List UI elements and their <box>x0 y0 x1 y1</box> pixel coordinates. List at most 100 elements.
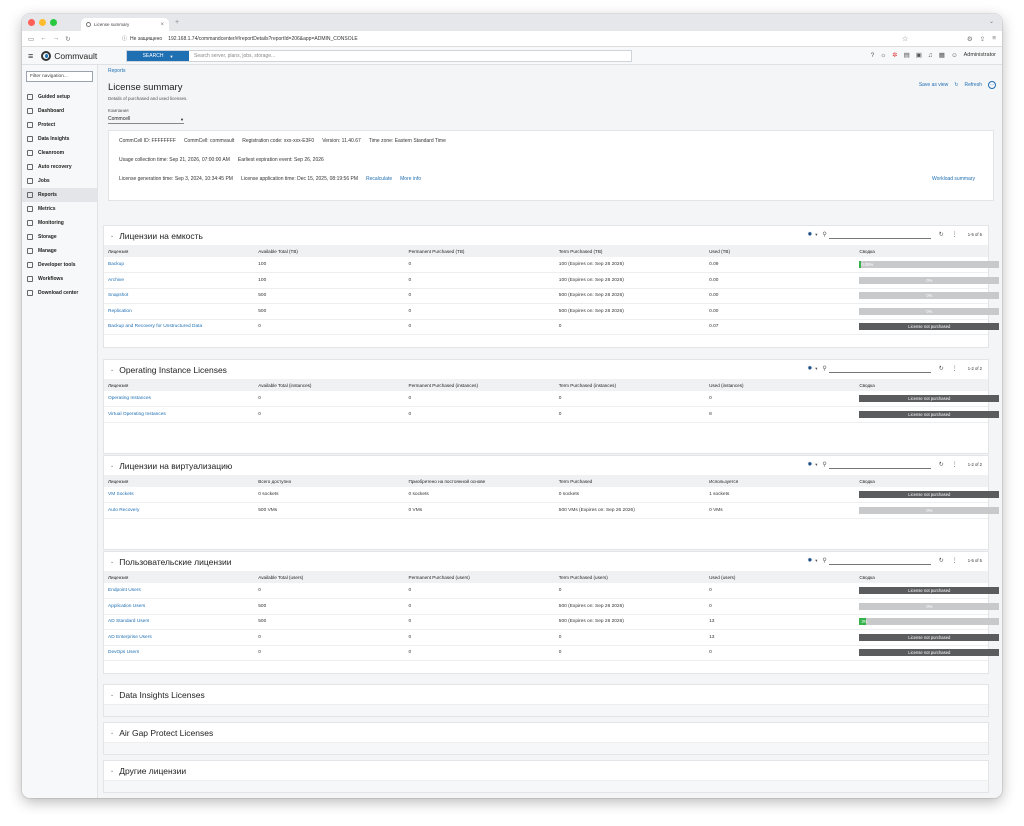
refresh-icon[interactable]: ↻ <box>939 557 944 564</box>
sidebar-item-metrics[interactable]: Metrics <box>22 202 97 216</box>
column-header[interactable]: Сводка <box>855 475 988 487</box>
chevron-down-icon[interactable]: ▼ <box>814 462 818 467</box>
chevron-down-icon[interactable]: ▼ <box>814 558 818 563</box>
back-icon[interactable]: ← <box>40 35 47 42</box>
sidebar-item-jobs[interactable]: Jobs <box>22 174 97 188</box>
license-link[interactable]: Archive <box>108 278 124 283</box>
license-link[interactable]: Backup and Recovery for Unstructured Dat… <box>108 324 202 329</box>
browser-tab[interactable]: License summary × <box>81 18 169 31</box>
sidebar-item-cleanroom[interactable]: Cleanroom <box>22 146 97 160</box>
column-header[interactable]: Available Total (TB) <box>254 245 405 257</box>
license-link[interactable]: Replication <box>108 309 132 314</box>
license-link[interactable]: Endpoint Users <box>108 588 141 593</box>
chevron-down-icon[interactable]: ▼ <box>814 232 818 237</box>
table-search-input[interactable] <box>828 364 931 373</box>
user-name[interactable]: Administrator <box>964 52 996 58</box>
kebab-menu-icon[interactable]: ⋮ <box>952 557 958 564</box>
search-input[interactable]: Search server, plans, jobs, storage... <box>189 51 275 61</box>
reload-icon[interactable]: ↻ <box>65 35 70 43</box>
column-header[interactable]: Permanent Purchased (TB) <box>404 245 555 257</box>
table-search-input[interactable] <box>828 556 931 565</box>
refresh-icon[interactable]: ↻ <box>954 82 958 88</box>
settings-gear-icon[interactable]: ✹ <box>807 365 812 372</box>
license-link[interactable]: Backup <box>108 262 124 267</box>
column-header[interactable]: Used (instances) <box>705 379 856 391</box>
kebab-menu-icon[interactable]: ⋮ <box>952 365 958 372</box>
sidebar-item-monitoring[interactable]: Monitoring <box>22 216 97 230</box>
breadcrumb[interactable]: Reports <box>108 68 993 74</box>
bookmark-star-icon[interactable]: ☆ <box>902 35 908 43</box>
theme-sun-icon[interactable]: ☼ <box>880 52 886 59</box>
help-icon[interactable]: ? <box>871 52 875 59</box>
sidebar-item-auto-recovery[interactable]: Auto recovery <box>22 160 97 174</box>
license-link[interactable]: DevOps Users <box>108 650 139 655</box>
new-tab-icon[interactable]: + <box>175 19 179 26</box>
browser-menu-icon[interactable]: ≡ <box>992 35 996 43</box>
column-header[interactable]: Permanent Purchased (users) <box>404 571 555 583</box>
sidebar-item-developer-tools[interactable]: Developer tools <box>22 258 97 272</box>
company-select[interactable]: Commcell ▼ <box>108 115 184 124</box>
column-header[interactable]: Term Purchased (instances) <box>554 379 706 391</box>
license-link[interactable]: Application Users <box>108 604 145 609</box>
column-header[interactable]: Лицензия <box>104 379 255 391</box>
calendar-icon[interactable]: ▦ <box>939 51 945 59</box>
sidebar-item-guided-setup[interactable]: Guided setup <box>22 90 97 104</box>
kebab-menu-icon[interactable]: ⋮ <box>952 461 958 468</box>
settings-gear-icon[interactable]: ✹ <box>807 557 812 564</box>
search-icon[interactable]: ⚲ <box>822 461 826 468</box>
close-window-button[interactable] <box>28 19 35 26</box>
column-header[interactable]: Available Total (users) <box>254 571 405 583</box>
settings-gear-icon[interactable]: ✹ <box>807 231 812 238</box>
expand-chevron-icon[interactable]: ⌄ <box>110 768 114 774</box>
sidebar-toggle-icon[interactable]: ▭ <box>28 35 34 43</box>
expand-chevron-icon[interactable]: ⌄ <box>110 730 114 736</box>
sidebar-item-download-center[interactable]: Download center <box>22 286 97 300</box>
refresh-icon[interactable]: ↻ <box>939 461 944 468</box>
sidebar-item-protect[interactable]: Protect <box>22 118 97 132</box>
collapse-chevron-icon[interactable]: ⌄ <box>110 463 114 469</box>
section-header[interactable]: ⌄ Air Gap Protect Licenses <box>104 723 988 742</box>
column-header[interactable]: Used (users) <box>705 571 856 583</box>
column-header[interactable]: Сводка <box>855 571 988 583</box>
table-search-input[interactable] <box>828 460 931 469</box>
table-search-input[interactable] <box>828 230 931 239</box>
alert-virus-icon[interactable]: ✲ <box>892 51 897 59</box>
sidebar-item-manage[interactable]: Manage <box>22 244 97 258</box>
recalculate-link[interactable]: Recalculate <box>366 176 392 182</box>
column-header[interactable]: Сводка <box>855 379 988 391</box>
column-header[interactable]: Всего доступно <box>254 475 405 487</box>
more-options-icon[interactable]: ⋯ <box>988 81 996 89</box>
sidebar-item-data-insights[interactable]: Data Insights <box>22 132 97 146</box>
forward-icon[interactable]: → <box>53 35 60 42</box>
more-info-link[interactable]: More info <box>400 176 421 182</box>
column-header[interactable]: Permanent Purchased (instances) <box>404 379 555 391</box>
column-header[interactable]: Лицензия <box>104 245 255 257</box>
commvault-logo[interactable]: Commvault <box>41 50 97 61</box>
column-header[interactable]: Term Purchased <box>554 475 706 487</box>
zoom-window-button[interactable] <box>50 19 57 26</box>
sidebar-item-reports[interactable]: Reports <box>22 188 97 202</box>
column-header[interactable]: Сводка <box>855 245 988 257</box>
search-scope-button[interactable]: SEARCH ▼ <box>127 51 189 61</box>
extensions-icon[interactable]: ⚙ <box>967 35 973 43</box>
sidebar-item-workflows[interactable]: Workflows <box>22 272 97 286</box>
search-icon[interactable]: ⚲ <box>822 365 826 372</box>
license-link[interactable]: AD Standard Users <box>108 619 149 624</box>
expand-chevron-icon[interactable]: ⌄ <box>110 692 114 698</box>
minimize-window-button[interactable] <box>39 19 46 26</box>
user-icon[interactable]: ☺ <box>951 52 958 59</box>
license-link[interactable]: Operating Instances <box>108 396 151 401</box>
section-header[interactable]: ⌄ Другие лицензии <box>104 761 988 780</box>
column-header[interactable]: Term Purchased (TB) <box>554 245 706 257</box>
collapse-chevron-icon[interactable]: ⌄ <box>110 559 114 565</box>
column-header[interactable]: Лицензия <box>104 571 255 583</box>
collapse-chevron-icon[interactable]: ⌄ <box>110 233 114 239</box>
collapse-chevron-icon[interactable]: ⌄ <box>110 367 114 373</box>
share-icon[interactable]: ⇪ <box>980 35 985 43</box>
tab-list-chevron-icon[interactable]: ⌄ <box>989 18 994 25</box>
refresh-icon[interactable]: ↻ <box>939 365 944 372</box>
close-tab-icon[interactable]: × <box>160 22 164 28</box>
save-as-view-button[interactable]: Save as view <box>919 82 948 88</box>
search-icon[interactable]: ⚲ <box>822 557 826 564</box>
sidebar-item-dashboard[interactable]: Dashboard <box>22 104 97 118</box>
